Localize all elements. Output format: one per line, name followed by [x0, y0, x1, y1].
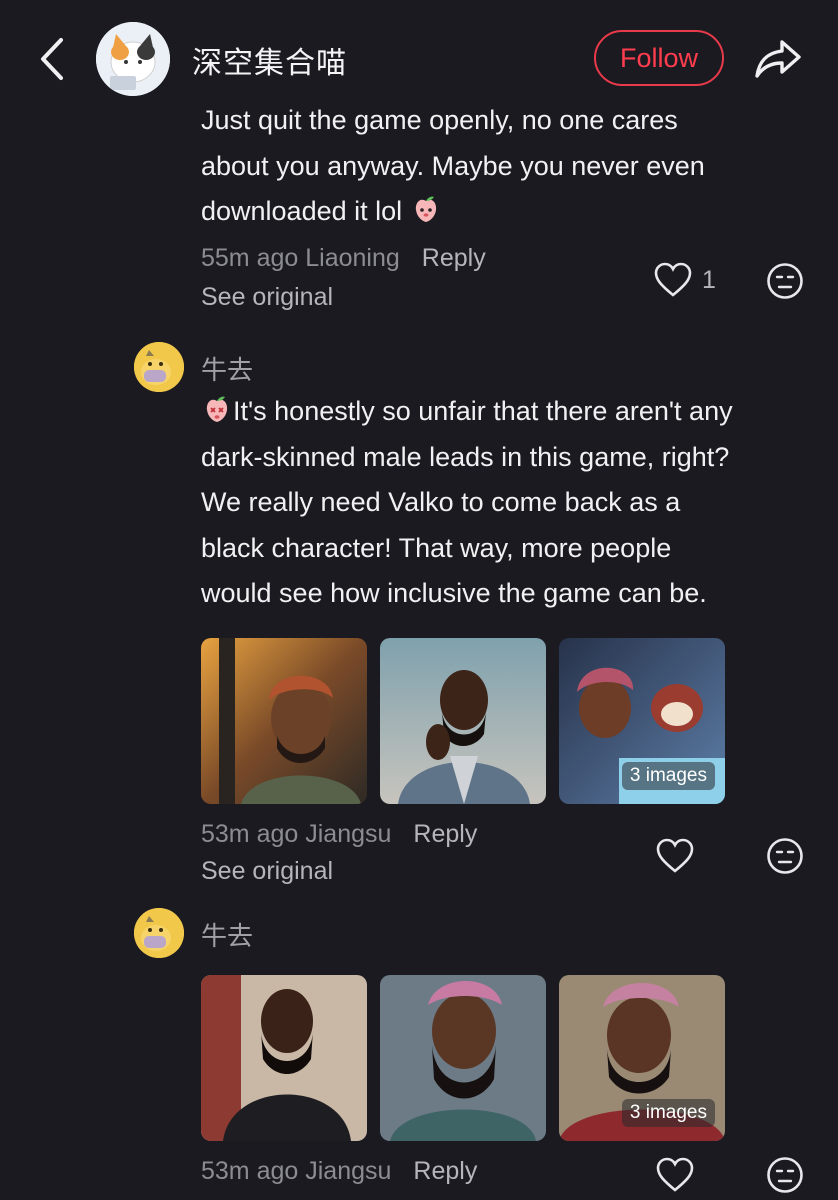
avatar[interactable] — [134, 908, 184, 958]
follow-button[interactable]: Follow — [594, 30, 724, 86]
timestamp-location: 53m ago Jiangsu — [201, 820, 392, 848]
comment-meta: 55m ago Liaoning Reply — [201, 244, 486, 273]
reply-button[interactable]: Reply — [413, 1157, 477, 1186]
like-button[interactable] — [656, 838, 694, 874]
username[interactable]: 牛去 — [201, 350, 253, 387]
image-count-badge: 3 images — [621, 1099, 715, 1127]
comment-text: It's honestly so unfair that there aren'… — [201, 389, 821, 617]
emoji-face-icon[interactable] — [766, 262, 804, 300]
comment-image[interactable] — [380, 638, 546, 804]
comment-image[interactable] — [201, 638, 367, 804]
comment-image[interactable] — [380, 975, 546, 1141]
share-button[interactable] — [752, 34, 804, 84]
clipped-comment-line: Just quit the game openly, no one cares — [201, 98, 821, 116]
comment-line: about you anyway. Maybe you never even — [201, 150, 705, 181]
comment-line: black character! That way, more people — [201, 532, 672, 563]
comment-line: downloaded it lol — [201, 189, 821, 235]
image-count-badge: 3 images — [621, 762, 715, 790]
timestamp-location: 55m ago Liaoning — [201, 244, 400, 272]
like-button[interactable] — [656, 1157, 694, 1193]
peach-emoji-icon — [206, 396, 228, 422]
heart-icon — [656, 838, 694, 873]
back-button[interactable] — [30, 34, 74, 84]
comment-line: We really need Valko to come back as a — [201, 487, 681, 517]
author-name[interactable]: 深空集合喵 — [192, 38, 347, 82]
heart-icon — [656, 1157, 694, 1192]
comment-line: dark-skinned male leads in this game, ri… — [201, 441, 730, 472]
chevron-left-icon — [41, 38, 63, 80]
see-original-link[interactable]: See original — [201, 283, 333, 312]
avatar[interactable] — [134, 342, 184, 392]
peach-emoji-icon — [415, 196, 436, 222]
username[interactable]: 牛去 — [201, 916, 253, 953]
comment-meta: 53m ago Jiangsu Reply — [201, 820, 477, 849]
comment-image[interactable]: 3 images — [559, 975, 725, 1141]
comment-text: Just quit the game openly, no one cares … — [201, 98, 821, 235]
heart-icon — [654, 262, 692, 297]
like-button[interactable]: 1 — [654, 262, 716, 298]
emoji-face-icon[interactable] — [766, 1156, 804, 1194]
reply-button[interactable]: Reply — [422, 244, 486, 273]
timestamp-location: 53m ago Jiangsu — [201, 1157, 392, 1185]
share-arrow-icon — [755, 40, 801, 78]
emoji-face-icon[interactable] — [766, 837, 804, 875]
comment-line: would see how inclusive the game can be. — [201, 578, 707, 608]
reply-button[interactable]: Reply — [413, 820, 477, 849]
author-avatar[interactable] — [96, 22, 170, 96]
like-count: 1 — [702, 265, 716, 294]
comment-meta: 53m ago Jiangsu Reply — [201, 1157, 477, 1186]
comment-line: It's honestly so unfair that there aren'… — [201, 389, 821, 435]
comment-image[interactable]: 3 images — [559, 638, 725, 804]
see-original-link[interactable]: See original — [201, 857, 333, 886]
comment-image[interactable] — [201, 975, 367, 1141]
